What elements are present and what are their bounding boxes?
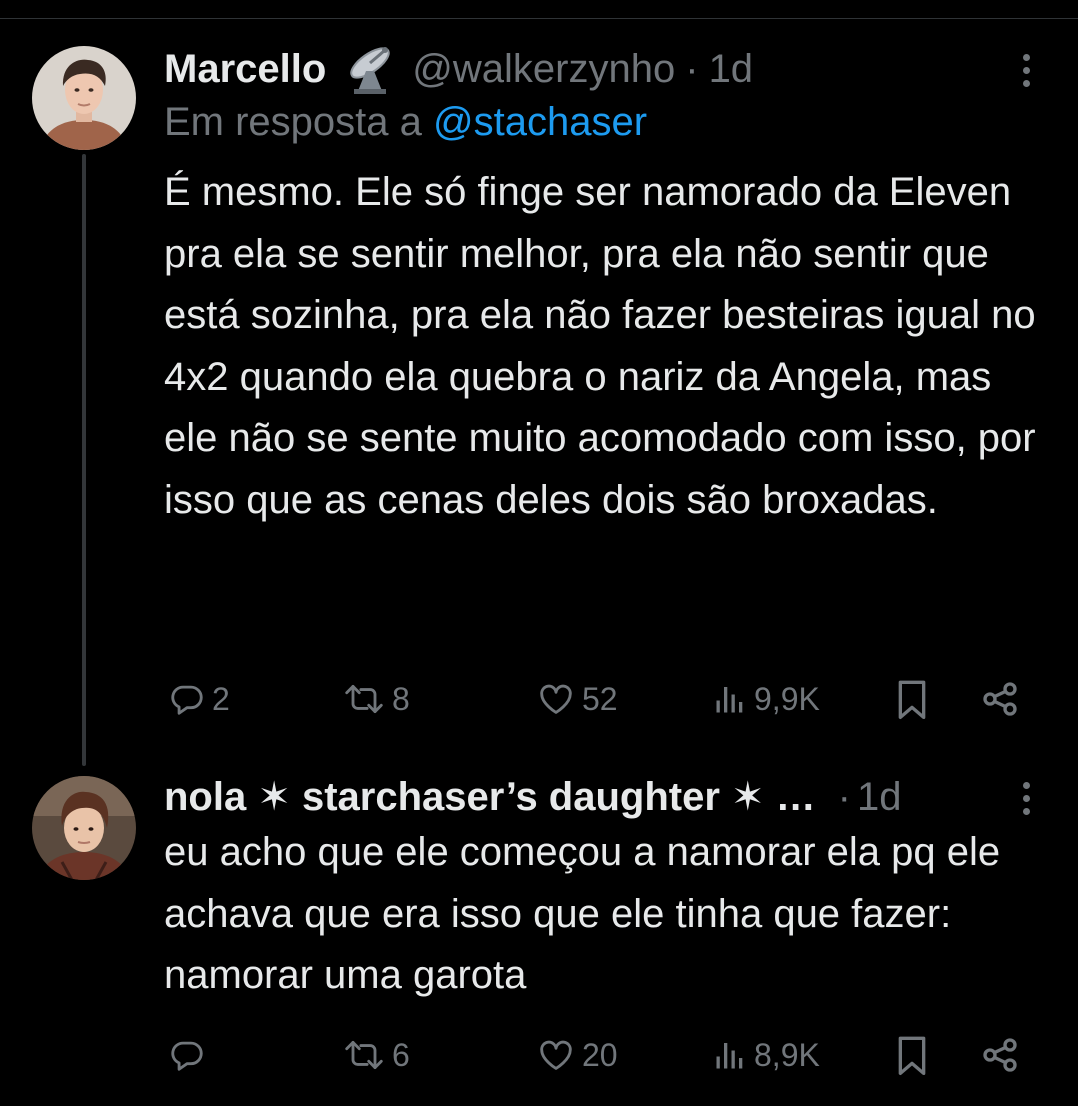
views-button[interactable]: 9,9K (712, 674, 820, 724)
share-button[interactable] (980, 674, 1020, 724)
share-button[interactable] (980, 1030, 1020, 1080)
separator-dot: · (837, 774, 851, 819)
views-count: 9,9K (754, 680, 820, 717)
views-icon (716, 687, 743, 713)
tweet-header: Marcello @walkerzynho · 1d (164, 44, 753, 94)
retweet-count: 8 (392, 680, 410, 717)
display-name[interactable]: nola ✶ starchaser’s daughter ✶ … (164, 774, 816, 820)
tweet-actions: 6 20 8,9K (164, 1030, 1044, 1080)
bookmark-button[interactable] (892, 674, 932, 724)
like-button[interactable]: 20 (536, 1030, 618, 1080)
separator-dot: · (685, 46, 699, 91)
timestamp[interactable]: 1d (709, 47, 754, 92)
like-button[interactable]: 52 (536, 674, 618, 724)
avatar-marcello[interactable] (32, 46, 136, 150)
reply-button[interactable]: 2 (168, 674, 230, 724)
like-count: 52 (582, 680, 618, 717)
satellite-dish-icon (340, 43, 400, 95)
reply-prefix: Em resposta a (164, 100, 422, 144)
timestamp[interactable]: 1d (857, 775, 902, 820)
share-icon (983, 1038, 1017, 1072)
reply-mention-link[interactable]: @stachaser (433, 100, 647, 144)
share-icon (983, 682, 1017, 716)
bookmark-icon (898, 680, 926, 719)
like-count: 20 (582, 1036, 618, 1073)
like-icon (540, 1040, 572, 1070)
retweet-icon (345, 1041, 383, 1069)
more-icon[interactable] (1016, 54, 1036, 94)
tweet-text: eu acho que ele começou a namorar ela pq… (164, 830, 1001, 997)
retweet-icon (345, 685, 383, 713)
thread-connector-line (82, 154, 86, 766)
retweet-count: 6 (392, 1036, 410, 1073)
bookmark-button[interactable] (892, 1030, 932, 1080)
more-icon[interactable] (1016, 782, 1036, 822)
handle[interactable]: @walkerzynho (412, 47, 675, 92)
avatar-nola[interactable] (32, 776, 136, 880)
tweet-actions: 2 8 52 9,9K (164, 674, 1044, 724)
reply-button[interactable] (168, 1030, 212, 1080)
views-button[interactable]: 8,9K (712, 1030, 820, 1080)
views-count: 8,9K (754, 1036, 820, 1073)
like-icon (540, 684, 572, 714)
display-name[interactable]: Marcello (164, 47, 326, 92)
views-icon (716, 1043, 743, 1069)
reply-icon (171, 685, 203, 715)
tweet-header: nola ✶ starchaser’s daughter ✶ … · 1d (164, 772, 902, 822)
reply-icon (171, 1041, 203, 1071)
tweet-text: É mesmo. Ele só finge ser namorado da El… (164, 170, 1036, 522)
reply-count: 2 (212, 680, 230, 717)
retweet-button[interactable]: 6 (342, 1030, 410, 1080)
bookmark-icon (898, 1036, 926, 1075)
top-divider (0, 18, 1078, 19)
retweet-button[interactable]: 8 (342, 674, 410, 724)
reply-context: Em resposta a @stachaser (164, 100, 647, 145)
